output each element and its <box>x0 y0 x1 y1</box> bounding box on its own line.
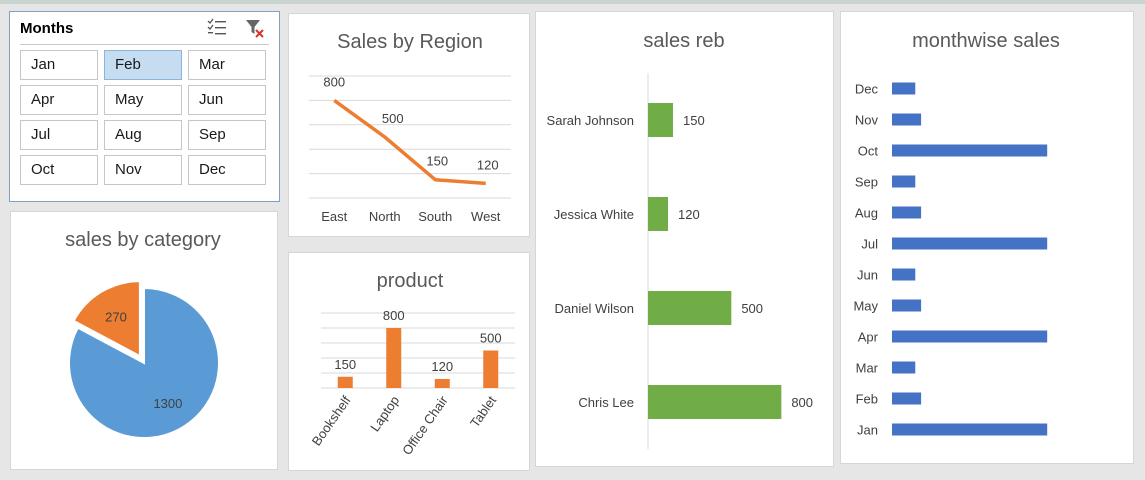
data-label: 800 <box>791 395 813 410</box>
bar <box>892 206 922 219</box>
y-tick-label: Aug <box>855 206 878 221</box>
header-strip <box>0 0 1145 4</box>
bar <box>892 237 1048 250</box>
bar <box>483 350 499 388</box>
x-tick-label: Office Chair <box>399 393 451 458</box>
region-line-svg: Sales by Region 800 East 500 North 150 South 12… <box>309 31 511 224</box>
y-tick-label: Jul <box>861 237 878 252</box>
bar <box>892 82 916 95</box>
bar <box>648 385 782 419</box>
x-tick-label: Laptop <box>367 393 402 434</box>
product-bar-svg: product 150 Bookshelf 800 Laptop 120 Office Ch… <box>309 270 515 458</box>
bar <box>892 299 922 312</box>
data-label: 270 <box>105 309 127 324</box>
monthwise-bar-svg: monthwise sales Dec Nov Oct Sep Aug Jul Jun May A… <box>853 30 1060 438</box>
y-tick-label: Jan <box>857 423 878 438</box>
slicer-item-nov[interactable]: Nov <box>104 155 182 185</box>
y-tick-label: Jessica White <box>554 207 634 222</box>
bar <box>648 103 673 137</box>
data-label: 500 <box>382 111 404 126</box>
x-tick-label: Tablet <box>467 393 499 430</box>
slicer-item-oct[interactable]: Oct <box>20 155 98 185</box>
chart-title: sales by category <box>65 229 221 251</box>
x-tick-label: Bookshelf <box>309 393 354 449</box>
monthwise-sales-chart: monthwise sales Dec Nov Oct Sep Aug Jul Jun May A… <box>840 11 1134 464</box>
bar <box>892 423 1048 436</box>
reb-bar-svg: sales reb Sarah Johnson 150 Jessica White 12… <box>547 30 813 449</box>
y-tick-label: Feb <box>856 392 878 407</box>
y-tick-label: Oct <box>858 144 879 159</box>
slicer-item-sep[interactable]: Sep <box>188 120 266 150</box>
bar <box>892 113 922 126</box>
data-label: 1300 <box>153 396 182 411</box>
bar <box>648 197 668 231</box>
product-chart: product 150 Bookshelf 800 Laptop 120 Office Ch… <box>288 252 530 471</box>
data-label: 800 <box>383 308 405 323</box>
slicer-item-mar[interactable]: Mar <box>188 50 266 80</box>
slicer-item-jan[interactable]: Jan <box>20 50 98 80</box>
chart-title: monthwise sales <box>912 30 1060 52</box>
x-tick-label: North <box>369 209 401 224</box>
months-slicer[interactable]: Months Jan Feb Mar Apr May Jun Jul Aug Sep Oct Nov… <box>9 11 280 202</box>
bar <box>337 376 353 388</box>
chart-title: product <box>377 270 444 292</box>
category-pie-svg: sales by category 270 1300 <box>65 229 221 439</box>
y-tick-label: May <box>853 299 878 314</box>
y-tick-label: Chris Lee <box>578 395 634 410</box>
slicer-item-aug[interactable]: Aug <box>104 120 182 150</box>
y-tick-label: Jun <box>857 268 878 283</box>
bar <box>892 144 1048 157</box>
sales-by-region-chart: Sales by Region 800 East 500 North 150 South 12… <box>288 13 530 237</box>
slicer-title: Months <box>20 20 74 37</box>
data-label: 120 <box>678 207 700 222</box>
x-tick-label: East <box>321 209 347 224</box>
bar <box>386 328 402 388</box>
multi-select-icon[interactable] <box>206 17 228 39</box>
x-tick-label: South <box>418 209 452 224</box>
slicer-item-apr[interactable]: Apr <box>20 85 98 115</box>
slicer-item-dec[interactable]: Dec <box>188 155 266 185</box>
data-label: 150 <box>334 357 356 372</box>
slicer-divider <box>20 44 269 45</box>
bar <box>434 379 450 388</box>
y-tick-label: Daniel Wilson <box>555 301 634 316</box>
slicer-item-jul[interactable]: Jul <box>20 120 98 150</box>
data-label: 500 <box>480 331 502 346</box>
bar <box>892 268 916 281</box>
slicer-item-feb[interactable]: Feb <box>104 50 182 80</box>
y-tick-label: Sep <box>855 175 878 190</box>
y-tick-label: Apr <box>858 330 879 345</box>
bar <box>892 330 1048 343</box>
y-tick-label: Nov <box>855 113 879 128</box>
bar <box>892 361 916 374</box>
y-tick-label: Sarah Johnson <box>547 113 634 128</box>
clear-filter-icon[interactable] <box>244 17 266 39</box>
chart-title: Sales by Region <box>337 31 483 53</box>
chart-title: sales reb <box>643 30 724 52</box>
data-label: 800 <box>323 74 345 89</box>
series-line-sales <box>333 98 486 186</box>
slicer-item-jun[interactable]: Jun <box>188 85 266 115</box>
data-label: 500 <box>741 301 763 316</box>
y-tick-label: Dec <box>855 82 879 97</box>
sales-by-category-chart: sales by category 270 1300 <box>10 211 278 470</box>
bar <box>892 392 922 405</box>
bar <box>648 291 732 325</box>
y-tick-label: Mar <box>856 361 879 376</box>
data-label: 120 <box>477 157 499 172</box>
data-label: 150 <box>683 113 705 128</box>
x-tick-label: West <box>471 209 501 224</box>
sales-reb-chart: sales reb Sarah Johnson 150 Jessica White 12… <box>535 11 834 467</box>
slicer-item-may[interactable]: May <box>104 85 182 115</box>
bar <box>892 175 916 188</box>
data-label: 120 <box>431 359 453 374</box>
data-label: 150 <box>426 154 448 169</box>
